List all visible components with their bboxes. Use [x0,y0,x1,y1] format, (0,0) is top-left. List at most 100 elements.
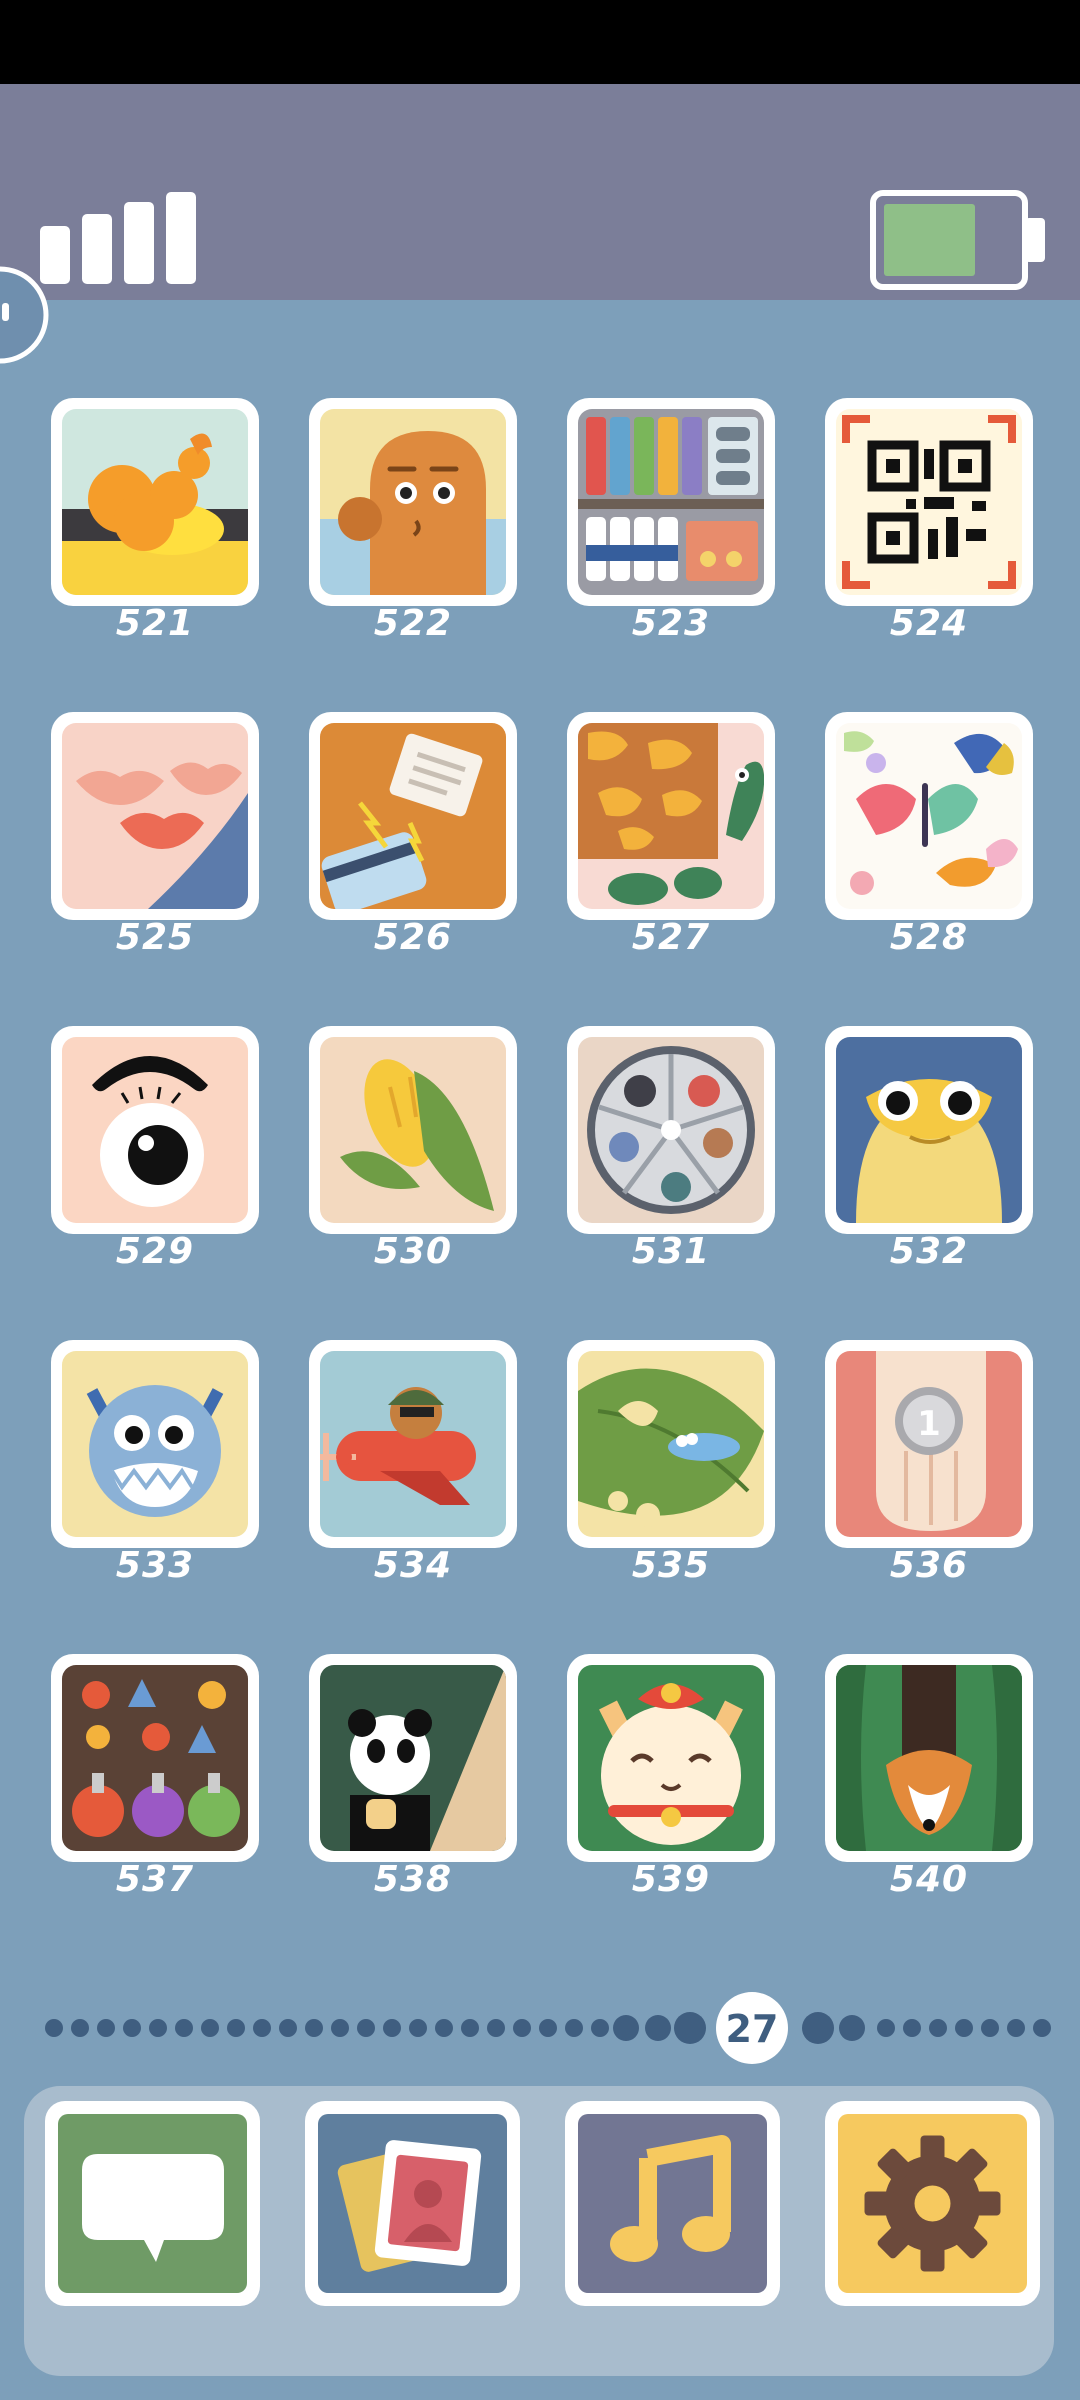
page-dot[interactable] [97,2019,115,2037]
page-dot[interactable] [513,2019,531,2037]
page-dot[interactable] [839,2015,865,2041]
messages-app-button[interactable] [45,2101,260,2306]
level-tile-537[interactable] [51,1654,259,1862]
page-indicator: 27 [45,1992,1051,2064]
level-tile-536[interactable]: 1 [825,1340,1033,1548]
messages-icon [58,2114,247,2293]
level-tile-530[interactable] [309,1026,517,1234]
corn-icon [320,1037,506,1223]
level-number: 532 [889,1231,969,1272]
top-bar [0,0,1080,84]
page-dot[interactable] [227,2019,245,2037]
level-tile-532[interactable] [825,1026,1033,1234]
music-icon [578,2114,767,2293]
settings-gear-icon [838,2114,1027,2293]
current-page-number: 27 [726,2007,779,2051]
page-dot[interactable] [929,2019,947,2037]
pause-button[interactable] [0,265,50,365]
page-dot[interactable] [955,2019,973,2037]
page-dot[interactable] [903,2019,921,2037]
level-tile-522[interactable] [309,398,517,606]
blue-monster-icon [62,1351,248,1537]
potion-bottles-icon [62,1665,248,1851]
level-tile-525[interactable] [51,712,259,920]
page-dot[interactable] [357,2019,375,2037]
level-number: 533 [115,1545,195,1586]
corgi-icon [836,1665,1022,1851]
signal-bars-icon [40,192,196,284]
page-dot[interactable] [613,2015,639,2041]
page-dot[interactable] [645,2015,671,2041]
level-tile-540[interactable] [825,1654,1033,1862]
svg-text:1: 1 [917,1404,941,1444]
level-tile-535[interactable] [567,1340,775,1548]
level-number: 530 [373,1231,453,1272]
page-dot[interactable] [409,2019,427,2037]
level-tile-523[interactable] [567,398,775,606]
level-number: 521 [115,603,195,644]
level-tile-526[interactable] [309,712,517,920]
level-number: 534 [373,1545,453,1586]
level-tile-521[interactable] [51,398,259,606]
page-dot[interactable] [435,2019,453,2037]
page-dot[interactable] [539,2019,557,2037]
level-tile-529[interactable] [51,1026,259,1234]
page-dot[interactable] [674,2012,706,2044]
level-tile-528[interactable] [825,712,1033,920]
photos-app-button[interactable] [305,2101,520,2306]
page-dot[interactable] [565,2019,583,2037]
page-dot[interactable] [383,2019,401,2037]
page-dot[interactable] [802,2012,834,2044]
coin-in-hand-icon: 1 [836,1351,1022,1537]
orange-creature-icon [320,409,506,595]
page-dot[interactable] [253,2019,271,2037]
level-number: 522 [373,603,453,644]
level-number: 535 [631,1545,711,1586]
page-dot[interactable] [123,2019,141,2037]
page-dot[interactable] [71,2019,89,2037]
level-tile-538[interactable] [309,1654,517,1862]
page-dot[interactable] [331,2019,349,2037]
page-dot[interactable] [487,2019,505,2037]
eye-icon [62,1037,248,1223]
level-number: 528 [889,917,969,958]
panda-icon [320,1665,506,1851]
level-number: 526 [373,917,453,958]
store-shelf-icon [578,409,764,595]
level-number: 538 [373,1859,453,1900]
level-number: 525 [115,917,195,958]
page-dot[interactable] [461,2019,479,2037]
page-dot[interactable] [981,2019,999,2037]
page-dot[interactable] [149,2019,167,2037]
page-dot[interactable] [1007,2019,1025,2037]
page-dot[interactable] [201,2019,219,2037]
leaf-caterpillar-icon [578,1351,764,1537]
page-dot[interactable] [877,2019,895,2037]
page-dot[interactable] [305,2019,323,2037]
level-tile-539[interactable] [567,1654,775,1862]
level-number: 529 [115,1231,195,1272]
level-tile-533[interactable] [51,1340,259,1548]
level-number: 523 [631,603,711,644]
turtle-icon [578,723,764,909]
page-dot[interactable] [45,2019,63,2037]
music-app-button[interactable] [565,2101,780,2306]
page-dot[interactable] [591,2019,609,2037]
level-number: 531 [631,1231,711,1272]
page-dot[interactable] [1033,2019,1051,2037]
settings-app-button[interactable] [825,2101,1040,2306]
level-number: 537 [115,1859,195,1900]
butterflies-icon [836,723,1022,909]
qr-code-icon [836,409,1022,595]
card-shock-icon [320,723,506,909]
lips-icon [62,723,248,909]
page-dot[interactable] [279,2019,297,2037]
battery-icon [870,190,1045,290]
level-tile-527[interactable] [567,712,775,920]
level-tile-524[interactable] [825,398,1033,606]
dock [24,2086,1054,2376]
plane-pilot-icon [320,1351,506,1537]
level-tile-534[interactable] [309,1340,517,1548]
page-dot[interactable] [175,2019,193,2037]
level-tile-531[interactable] [567,1026,775,1234]
